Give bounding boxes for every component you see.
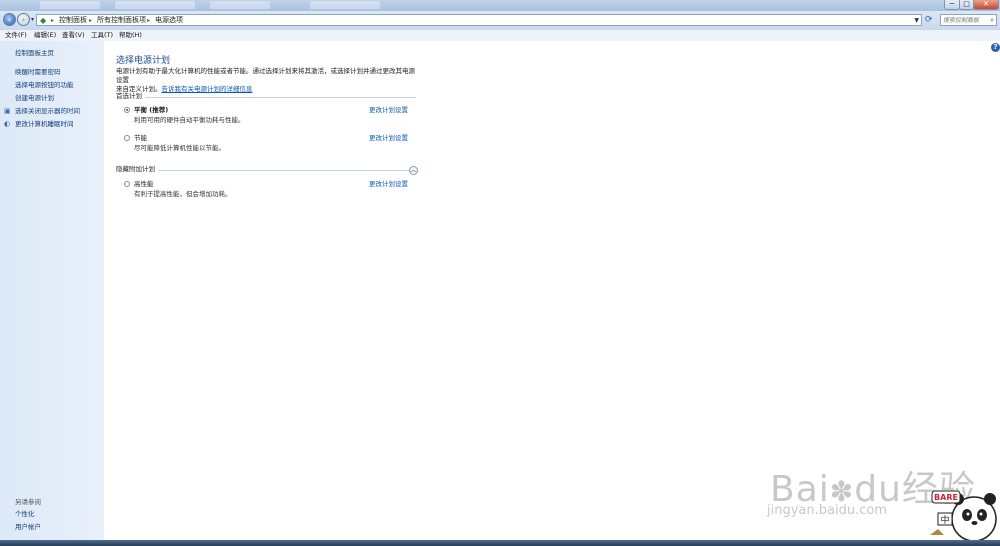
page-title: 选择电源计划 — [116, 56, 171, 66]
breadcrumb-control-panel[interactable]: 控制面板 — [59, 16, 87, 25]
minimize-button[interactable]: ─ — [944, 0, 960, 10]
close-button[interactable]: ✕ — [973, 0, 999, 10]
navigation-bar: ‹ › ▾ ◆ ▸ 控制面板 ▸ 所有控制面板项 ▸ 电源选项 ▼ ⟳ ⌕ — [0, 11, 1000, 31]
sidebar-item-wake-password[interactable]: 唤醒时需要密码 — [15, 68, 61, 77]
plan-high-performance-radio[interactable] — [124, 181, 130, 187]
search-icon[interactable]: ⌕ — [990, 16, 994, 25]
ghost-window-tab — [310, 1, 380, 9]
forward-arrow-icon: › — [21, 15, 26, 24]
plan-description: 尽可能降低计算机性能以节能。 — [134, 144, 225, 152]
ghost-window-tab — [210, 1, 270, 9]
back-button[interactable]: ‹ — [3, 13, 16, 26]
see-also-heading: 另请参阅 — [15, 498, 41, 506]
menu-view[interactable]: 查看(V) — [62, 31, 85, 40]
menu-file[interactable]: 文件(F) — [5, 31, 27, 40]
menu-edit[interactable]: 编辑(E) — [34, 31, 56, 40]
taskbar — [0, 540, 1000, 546]
menu-tools[interactable]: 工具(T) — [91, 31, 113, 40]
section-divider — [116, 97, 416, 98]
section-divider — [116, 170, 416, 171]
ghost-window-tab — [40, 1, 100, 9]
plan-name: 节能 — [134, 134, 147, 142]
address-dropdown-icon[interactable]: ▼ — [914, 16, 919, 25]
forward-button[interactable]: › — [17, 13, 30, 26]
menu-help[interactable]: 帮助(H) — [119, 31, 142, 40]
sidebar-item-sleep-time[interactable]: 更改计算机睡眠时间 — [15, 120, 74, 129]
change-plan-settings-link[interactable]: 更改计划设置 — [369, 180, 408, 188]
breadcrumb-separator-icon[interactable]: ▸ — [51, 16, 54, 25]
breadcrumb-separator-icon[interactable]: ▸ — [89, 16, 92, 25]
change-plan-settings-link[interactable]: 更改计划设置 — [369, 106, 408, 114]
description-text: 电源计划有助于最大化计算机的性能或者节能。通过选择计划来将其激活，或选择计划并通… — [116, 67, 415, 84]
sidebar-item-personalization[interactable]: 个性化 — [15, 510, 35, 519]
title-bar: ─ □ ✕ — [0, 0, 1000, 11]
sticker-badge-cn: 中 — [940, 514, 949, 526]
plan-balanced-radio[interactable] — [124, 107, 130, 113]
history-dropdown-icon[interactable]: ▾ — [31, 16, 34, 23]
preferred-plans-section: 首选计划 — [116, 92, 416, 101]
search-box[interactable]: ⌕ — [940, 14, 997, 26]
sidebar-item-home[interactable]: 控制面板主页 — [15, 49, 54, 58]
page-description: 电源计划有助于最大化计算机的性能或者节能。通过选择计划来将其激活，或选择计划并通… — [116, 67, 416, 94]
sidebar: 控制面板主页 唤醒时需要密码 选择电源按钮的功能 创建电源计划 ▣ 选择关闭显示… — [0, 41, 104, 546]
panda-sticker-icon: BARE 中 — [930, 490, 997, 542]
collapse-chevron-up-icon[interactable]: ︿ — [409, 166, 418, 175]
watermark-url: jingyan.baidu.com — [767, 503, 887, 518]
change-plan-settings-link[interactable]: 更改计划设置 — [369, 134, 408, 142]
breadcrumb-separator-icon[interactable]: ▸ — [147, 16, 150, 25]
control-panel-icon: ◆ — [40, 16, 47, 25]
moon-icon: ◐ — [4, 120, 11, 128]
plan-name: 平衡 (推荐) — [134, 106, 169, 114]
monitor-icon: ▣ — [4, 107, 11, 115]
back-arrow-icon: ‹ — [7, 15, 12, 24]
section-label: 隐藏附加计划 — [116, 165, 158, 174]
sticker-badge: BARE — [934, 493, 958, 502]
plan-power-saver-radio[interactable] — [124, 135, 130, 141]
plan-name: 高性能 — [134, 180, 154, 188]
refresh-icon[interactable]: ⟳ — [925, 15, 933, 25]
sidebar-item-power-buttons[interactable]: 选择电源按钮的功能 — [15, 81, 74, 90]
address-bar[interactable]: ◆ ▸ 控制面板 ▸ 所有控制面板项 ▸ 电源选项 ▼ — [36, 14, 922, 26]
section-label: 首选计划 — [116, 92, 145, 101]
hidden-plans-section: 隐藏附加计划 — [116, 165, 416, 174]
plan-description: 有利于提高性能，但会增加功耗。 — [134, 190, 232, 198]
help-icon[interactable]: ? — [991, 43, 1000, 52]
sidebar-item-create-plan[interactable]: 创建电源计划 — [15, 94, 54, 103]
search-input[interactable] — [943, 16, 987, 25]
plan-description: 利用可用的硬件自动平衡功耗与性能。 — [134, 116, 245, 124]
breadcrumb-all-items[interactable]: 所有控制面板项 — [97, 16, 146, 25]
sidebar-item-user-accounts[interactable]: 用户帐户 — [15, 523, 41, 532]
sidebar-item-display-off[interactable]: 选择关闭显示器的时间 — [15, 107, 80, 116]
breadcrumb-power-options[interactable]: 电源选项 — [155, 16, 183, 25]
ghost-window-tab — [115, 1, 195, 9]
maximize-button[interactable]: □ — [959, 0, 974, 10]
